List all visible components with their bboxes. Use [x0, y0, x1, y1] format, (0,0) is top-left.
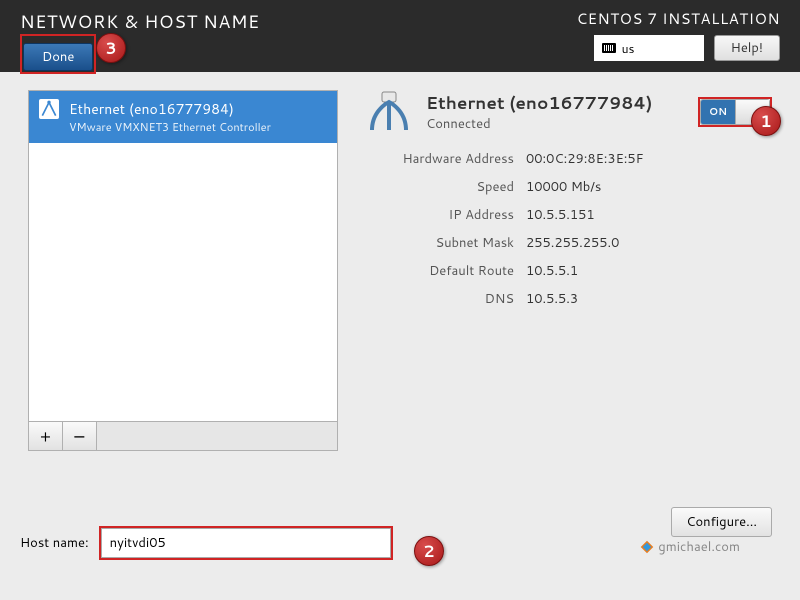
keyboard-icon [602, 43, 616, 53]
hostname-highlight [99, 526, 393, 560]
page-title: NETWORK & HOST NAME [20, 8, 260, 34]
interface-subtitle: VMware VMXNET3 Ethernet Controller [69, 119, 271, 135]
interface-list-buttons: + − [28, 422, 338, 451]
watermark: gmichael.com [640, 538, 740, 556]
callout-1: 1 [751, 106, 781, 136]
interface-detail: Ethernet (eno16777984) Connected ON Hard… [364, 90, 772, 451]
diamond-icon [640, 540, 654, 554]
prop-row: Default Route10.5.5.1 [364, 262, 772, 280]
main-content: Ethernet (eno16777984) VMware VMXNET3 Et… [0, 72, 800, 461]
prop-row: IP Address10.5.5.151 [364, 206, 772, 224]
interface-name: Ethernet (eno16777984) [69, 99, 271, 119]
keyboard-layout-label: us [622, 40, 635, 57]
detail-status: Connected [426, 115, 652, 133]
prop-row: Speed10000 Mb/s [364, 178, 772, 196]
hostname-label: Host name: [20, 534, 89, 552]
detail-title: Ethernet (eno16777984) [426, 91, 652, 115]
done-button[interactable]: Done [23, 43, 93, 71]
prop-row: Hardware Address00:0C:29:8E:3E:5F [364, 150, 772, 168]
hostname-input[interactable] [101, 528, 391, 558]
remove-interface-button[interactable]: − [63, 422, 97, 450]
interface-item[interactable]: Ethernet (eno16777984) VMware VMXNET3 Et… [29, 91, 337, 143]
done-highlight: Done [20, 34, 96, 74]
prop-row: Subnet Mask255.255.255.0 [364, 234, 772, 252]
ethernet-icon [39, 99, 59, 119]
keyboard-layout-selector[interactable]: us [594, 35, 704, 61]
prop-row: DNS10.5.5.3 [364, 290, 772, 308]
interface-list[interactable]: Ethernet (eno16777984) VMware VMXNET3 Et… [28, 90, 338, 422]
toggle-on-label: ON [701, 100, 735, 124]
add-interface-button[interactable]: + [29, 422, 63, 450]
interface-properties: Hardware Address00:0C:29:8E:3E:5F Speed1… [364, 150, 772, 308]
callout-3: 3 [96, 33, 126, 63]
callout-2: 2 [414, 536, 444, 566]
help-button[interactable]: Help! [714, 35, 780, 61]
install-title: CENTOS 7 INSTALLATION [577, 8, 780, 29]
ethernet-large-icon [364, 90, 414, 134]
